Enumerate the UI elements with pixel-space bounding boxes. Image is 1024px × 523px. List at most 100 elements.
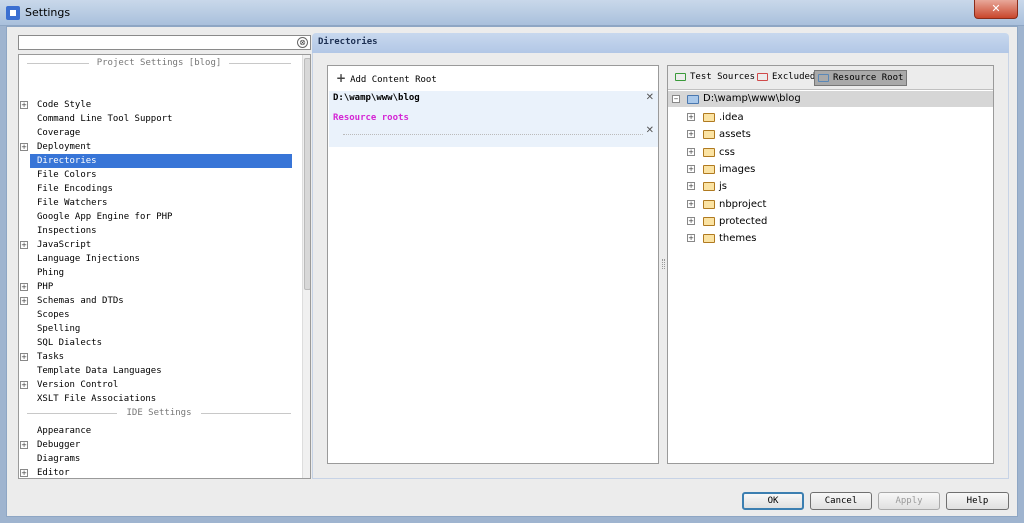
settings-item-label: File Watchers xyxy=(37,198,108,208)
test-sources-label: Test Sources xyxy=(690,72,756,82)
folder-icon xyxy=(703,182,715,192)
directory-tree-item[interactable]: + assets xyxy=(668,126,993,143)
settings-item-label: JavaScript xyxy=(37,240,92,250)
settings-item[interactable]: Google App Engine for PHP xyxy=(30,210,292,224)
settings-item-label: Editor xyxy=(37,468,70,478)
settings-item[interactable]: + Code Style xyxy=(20,98,292,112)
settings-item[interactable]: + Version Control xyxy=(20,378,292,392)
resource-roots-label: Resource roots xyxy=(333,113,409,123)
add-content-root-button[interactable]: + Add Content Root xyxy=(336,71,437,85)
settings-item[interactable]: Diagrams xyxy=(30,452,292,466)
resource-root-button[interactable]: Resource Root xyxy=(814,70,908,86)
settings-item-label: XSLT File Associations xyxy=(37,394,157,404)
settings-item[interactable]: Spelling xyxy=(30,322,292,336)
directory-tree-item[interactable]: + css xyxy=(668,144,993,161)
expand-icon[interactable]: + xyxy=(20,143,28,151)
settings-item[interactable]: + Editor xyxy=(20,466,292,478)
folder-icon xyxy=(703,199,715,209)
expand-icon[interactable]: + xyxy=(687,113,695,121)
folder-icon xyxy=(703,164,715,174)
remove-resource-root-icon[interactable]: ✕ xyxy=(646,125,654,136)
settings-tree-scrollbar[interactable] xyxy=(302,55,310,478)
settings-item-label: Version Control xyxy=(37,380,119,390)
settings-item[interactable]: Directories xyxy=(30,154,292,168)
settings-item[interactable]: File Watchers xyxy=(30,196,292,210)
directory-label: protected xyxy=(719,215,768,227)
settings-item[interactable]: Language Injections xyxy=(30,252,292,266)
help-button[interactable]: Help xyxy=(946,492,1009,510)
add-content-root-label: Add Content Root xyxy=(350,75,437,85)
expand-icon[interactable]: + xyxy=(687,234,695,243)
cancel-button[interactable]: Cancel xyxy=(810,492,872,510)
settings-item-label: Schemas and DTDs xyxy=(37,296,124,306)
directory-label: nbproject xyxy=(719,198,767,210)
center-splitter[interactable] xyxy=(662,259,665,269)
expand-icon[interactable]: + xyxy=(20,297,28,305)
folder-icon xyxy=(703,147,715,157)
test-sources-button[interactable]: Test Sources xyxy=(672,70,758,86)
settings-item-label: Appearance xyxy=(37,426,92,436)
directory-tree-root-row[interactable]: − D:\wamp\www\blog xyxy=(668,91,993,107)
expand-icon[interactable]: + xyxy=(687,130,695,139)
settings-item[interactable]: + PHP xyxy=(20,280,292,294)
expand-icon[interactable]: + xyxy=(20,381,28,389)
resource-root-placeholder xyxy=(343,134,643,135)
expand-icon[interactable]: + xyxy=(20,353,28,361)
settings-item[interactable]: + JavaScript xyxy=(20,238,292,252)
clear-search-icon[interactable]: ⊗ xyxy=(297,37,308,48)
expand-icon[interactable]: + xyxy=(687,164,695,173)
settings-item-label: Tasks xyxy=(37,352,65,362)
settings-item[interactable]: + Deployment xyxy=(20,140,292,154)
settings-search-input[interactable]: ⊗ xyxy=(18,35,311,50)
apply-button[interactable]: Apply xyxy=(878,492,940,510)
settings-item[interactable]: + Schemas and DTDs xyxy=(20,294,292,308)
settings-item[interactable]: Scopes xyxy=(30,308,292,322)
settings-item[interactable]: + Debugger xyxy=(20,438,292,452)
ok-button[interactable]: OK xyxy=(742,492,804,510)
expand-icon[interactable]: + xyxy=(687,147,695,156)
expand-icon[interactable]: + xyxy=(20,283,28,291)
expand-icon[interactable]: + xyxy=(687,182,695,191)
expand-icon[interactable]: + xyxy=(687,216,695,225)
settings-item-label: Template Data Languages xyxy=(37,366,162,376)
settings-item[interactable]: File Encodings xyxy=(30,182,292,196)
window-close-button[interactable]: ✕ xyxy=(974,0,1018,19)
settings-item-label: Diagrams xyxy=(37,454,81,464)
settings-item-label: Phing xyxy=(37,268,65,278)
content-roots-panel: + Add Content Root D:\wamp\www\blog ✕ Res… xyxy=(327,65,659,464)
settings-item[interactable]: Appearance xyxy=(30,424,292,438)
directory-tree-item[interactable]: + nbproject xyxy=(668,196,993,213)
expand-icon[interactable]: + xyxy=(20,441,28,449)
settings-item[interactable]: SQL Dialects xyxy=(30,336,292,350)
directory-tree-item[interactable]: + .idea xyxy=(668,109,993,126)
settings-item[interactable]: Inspections xyxy=(30,224,292,238)
directories-content: + Add Content Root D:\wamp\www\blog ✕ Res… xyxy=(312,53,1009,479)
plus-icon: + xyxy=(336,71,347,85)
directory-tree-item[interactable]: + themes xyxy=(668,230,993,247)
collapse-icon[interactable]: − xyxy=(672,95,680,103)
directory-tree-item[interactable]: + protected xyxy=(668,213,993,230)
directory-tree-panel: Test Sources Excluded Resource Root − D:… xyxy=(667,65,994,464)
settings-item[interactable]: + Tasks xyxy=(20,350,292,364)
settings-item[interactable]: Command Line Tool Support xyxy=(30,112,292,126)
directory-tree-item[interactable]: + js xyxy=(668,178,993,195)
expand-icon[interactable]: + xyxy=(687,199,695,208)
expand-icon[interactable]: + xyxy=(20,469,28,477)
app-icon xyxy=(6,6,20,20)
settings-item[interactable]: File Colors xyxy=(30,168,292,182)
test-sources-folder-icon xyxy=(675,73,686,81)
settings-item[interactable]: Phing xyxy=(30,266,292,280)
settings-item[interactable]: Coverage xyxy=(30,126,292,140)
excluded-button[interactable]: Excluded xyxy=(754,70,818,86)
settings-item[interactable]: XSLT File Associations xyxy=(30,392,292,406)
settings-item-label: Code Style xyxy=(37,100,92,110)
remove-content-root-icon[interactable]: ✕ xyxy=(646,92,654,103)
content-root-entry[interactable]: D:\wamp\www\blog ✕ Resource roots ✕ xyxy=(329,91,658,147)
expand-icon[interactable]: + xyxy=(20,101,28,109)
settings-item-label: Scopes xyxy=(37,310,70,320)
expand-icon[interactable]: + xyxy=(20,241,28,249)
directory-label: images xyxy=(719,163,756,175)
resource-root-label: Resource Root xyxy=(833,73,904,83)
settings-item[interactable]: Template Data Languages xyxy=(30,364,292,378)
directory-tree-item[interactable]: + images xyxy=(668,161,993,178)
